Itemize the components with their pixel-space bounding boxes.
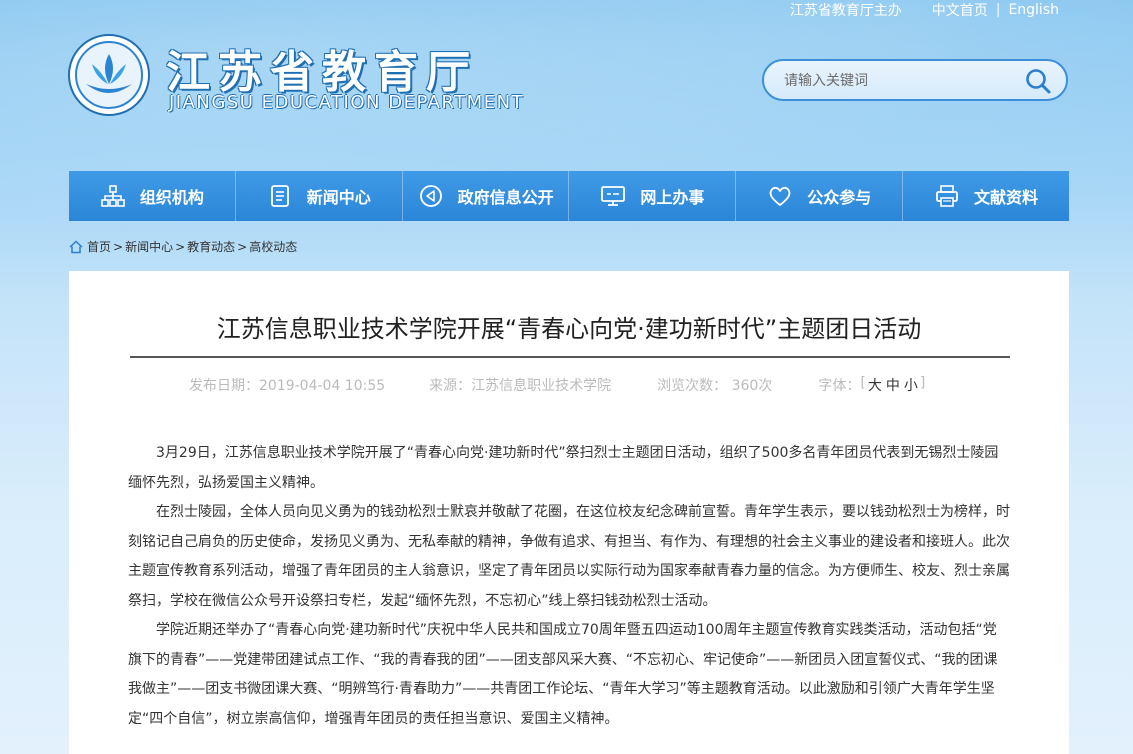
main-nav: 组织机构 新闻中心 政府信息公开 网上办事 公众参与 文献资料 [69, 171, 1069, 221]
view-count: 浏览次数： 360次 [657, 378, 773, 394]
logo-title-cn: 江苏省教育厅 [166, 47, 478, 98]
disclosure-icon [419, 185, 442, 207]
article-paragraph: 学院近期还举办了“青春心向党·建功新时代”庆祝中华人民共和国成立70周年暨五四运… [128, 622, 998, 727]
font-size-small-button[interactable]: 小 [904, 375, 918, 395]
site-logo[interactable]: 江苏省教育厅 JIANGSU EDUCATION DEPARTMENT [68, 34, 538, 118]
nav-item-news[interactable]: 新闻中心 [236, 171, 403, 221]
publish-date: 发布日期：2019-04-04 10:55 [189, 378, 386, 394]
org-chart-icon [101, 185, 125, 207]
font-size-label: 字体： [818, 378, 861, 394]
breadcrumb: 首页 > 新闻中心 > 教育动态 > 高校动态 [69, 238, 297, 255]
breadcrumb-separator: > [237, 239, 248, 254]
article-title: 江苏信息职业技术学院开展“青春心向党·建功新时代”主题团日活动 [216, 315, 922, 343]
home-icon [69, 239, 83, 253]
search-box [762, 59, 1068, 101]
breadcrumb-home[interactable]: 首页 [87, 238, 111, 255]
font-size-medium-button[interactable]: 中 [886, 375, 900, 395]
nav-label: 政府信息公开 [457, 188, 554, 207]
nav-label: 文献资料 [974, 188, 1039, 207]
article-paragraph: 在烈士陵园，全体人员向见义勇为的钱劲松烈士默哀并敬献了花圈，在这位校友纪念碑前宣… [128, 504, 1010, 609]
nav-label: 网上办事 [640, 188, 705, 207]
nav-item-public-participation[interactable]: 公众参与 [736, 171, 904, 221]
nav-item-organization[interactable]: 组织机构 [69, 171, 236, 221]
host-link[interactable]: 江苏省教育厅主办 [790, 0, 902, 20]
english-link[interactable]: English [1008, 2, 1059, 18]
breadcrumb-news-center[interactable]: 新闻中心 [125, 238, 173, 255]
search-input[interactable] [782, 61, 1016, 101]
article-source: 来源：江苏信息职业技术学院 [429, 378, 612, 394]
nav-label: 组织机构 [139, 188, 204, 207]
breadcrumb-education-news[interactable]: 教育动态 [187, 238, 235, 255]
top-links: 江苏省教育厅主办 中文首页 | English [790, 0, 1059, 20]
breadcrumb-university-news[interactable]: 高校动态 [249, 238, 297, 255]
nav-label: 公众参与 [807, 188, 872, 207]
breadcrumb-separator: > [113, 239, 124, 254]
article-panel: 江苏信息职业技术学院开展“青春心向党·建功新时代”主题团日活动 发布日期：201… [69, 271, 1069, 754]
breadcrumb-separator: > [175, 239, 186, 254]
heart-icon [769, 186, 791, 206]
bracket-close: ] [919, 375, 926, 391]
title-divider [130, 356, 1010, 358]
home-cn-link[interactable]: 中文首页 [932, 0, 988, 20]
nav-item-disclosure[interactable]: 政府信息公开 [403, 171, 570, 221]
emblem-icon [68, 34, 150, 116]
nav-item-literature[interactable]: 文献资料 [903, 171, 1069, 221]
printer-icon [936, 185, 958, 207]
font-size-large-button[interactable]: 大 [868, 375, 882, 395]
document-icon [270, 185, 289, 207]
monitor-icon [601, 186, 626, 206]
logo-title-en: JIANGSU EDUCATION DEPARTMENT [169, 92, 525, 113]
article-paragraph: 3月29日，江苏信息职业技术学院开展了“青春心向党·建功新时代”祭扫烈士主题团日… [128, 445, 999, 491]
article-meta: 发布日期：2019-04-04 10:55 来源：江苏信息职业技术学院 浏览次数… [189, 375, 925, 395]
nav-item-online-services[interactable]: 网上办事 [569, 171, 737, 221]
article-body: 3月29日，江苏信息职业技术学院开展了“青春心向党·建功新时代”祭扫烈士主题团日… [128, 439, 1010, 734]
link-separator: | [995, 2, 1001, 18]
nav-label: 新闻中心 [306, 188, 371, 207]
search-icon[interactable] [1024, 67, 1052, 95]
bracket-open: [ [860, 375, 866, 391]
